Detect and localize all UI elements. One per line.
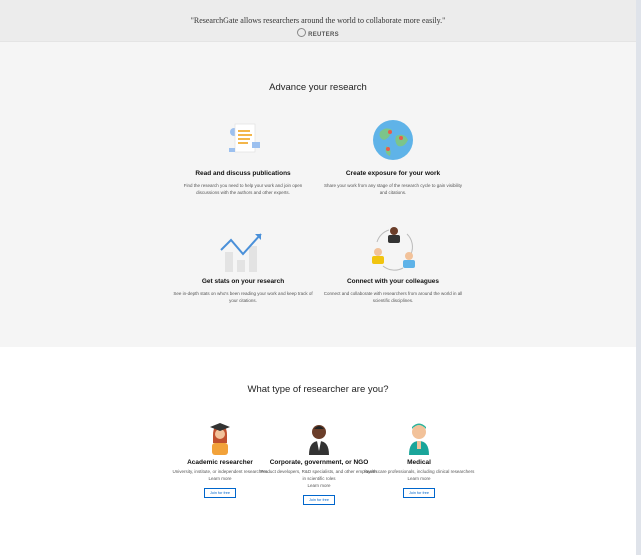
reuters-logo-icon — [297, 28, 307, 37]
quote-source: REUTERS — [0, 28, 636, 38]
quote-bar: "ResearchGate allows researchers around … — [0, 0, 636, 42]
join-for-free-button[interactable]: Join for free — [403, 487, 435, 498]
globe-icon — [323, 112, 463, 164]
researcher-type-section: What type of researcher are you? Academi… — [0, 347, 636, 555]
feature-create-exposure: Create exposure for your work Share your… — [323, 112, 463, 196]
feature-connect-colleagues: Connect with your colleagues Connect and… — [323, 220, 463, 304]
learn-more-link[interactable]: Learn more — [359, 476, 479, 481]
document-icon — [173, 112, 313, 164]
feature-title: Read and discuss publications — [195, 170, 291, 177]
feature-get-stats: Get stats on your research See in-depth … — [173, 220, 313, 304]
join-for-free-button[interactable]: Join for free — [303, 494, 335, 505]
researcher-type-desc: Health care professionals, including cli… — [363, 469, 475, 474]
feature-desc: See in-depth stats on who's been reading… — [173, 291, 313, 303]
join-for-free-button[interactable]: Join for free — [204, 487, 236, 498]
press-quote: "ResearchGate allows researchers around … — [190, 16, 446, 25]
window-edge — [636, 0, 641, 555]
feature-title: Create exposure for your work — [345, 170, 441, 177]
feature-read-discuss: Read and discuss publications Find the r… — [173, 112, 313, 196]
page: "ResearchGate allows researchers around … — [0, 0, 636, 555]
researcher-type-name: Medical — [407, 459, 431, 466]
feature-title: Connect with your colleagues — [346, 278, 440, 285]
researcher-type-title: What type of researcher are you? — [247, 384, 389, 395]
feature-desc: Find the research you need to help your … — [183, 183, 303, 195]
feature-desc: Share your work from any stage of the re… — [323, 183, 463, 195]
advance-title: Advance your research — [269, 82, 367, 93]
researcher-type-medical: Medical Health care professionals, inclu… — [359, 421, 479, 499]
advance-section: Advance your research Read and discuss p… — [0, 42, 636, 347]
feature-desc: Connect and collaborate with researchers… — [323, 291, 463, 303]
quote-source-label: REUTERS — [308, 32, 339, 38]
people-icon — [323, 220, 463, 272]
stats-icon — [173, 220, 313, 272]
feature-title: Get stats on your research — [201, 278, 285, 285]
medical-avatar-icon — [359, 421, 479, 455]
